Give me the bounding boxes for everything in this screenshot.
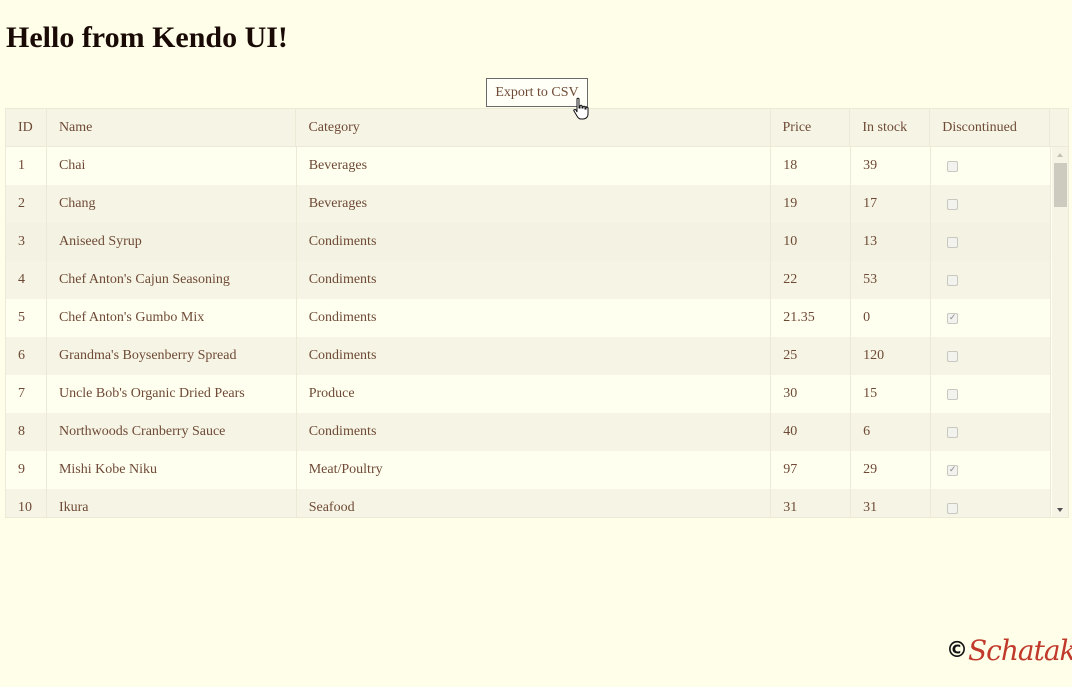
cell-discontinued: ✓ (931, 299, 1051, 337)
cell-discontinued (931, 147, 1051, 185)
column-header-category[interactable]: Category (296, 109, 771, 147)
cell-discontinued (931, 413, 1051, 451)
cell-in-stock: 29 (851, 451, 932, 489)
hand-pointer-cursor-icon (573, 97, 589, 120)
cell-in-stock: 6 (851, 413, 932, 451)
cell-discontinued: ✓ (931, 451, 1051, 489)
table-row[interactable]: 9 Mishi Kobe Niku Meat/Poultry 97 29 ✓ (6, 451, 1051, 489)
cell-id: 7 (6, 375, 47, 413)
discontinued-checkbox[interactable] (947, 274, 959, 286)
cell-discontinued (931, 489, 1051, 517)
cell-category: Seafood (297, 489, 772, 517)
table-row[interactable]: 8 Northwoods Cranberry Sauce Condiments 40 6 (6, 413, 1051, 451)
page-title: Hello from Kendo UI! (6, 21, 288, 54)
table-row[interactable]: 3 Aniseed Syrup Condiments 10 13 (6, 223, 1051, 261)
scroll-up-arrow-icon[interactable] (1057, 153, 1063, 157)
cell-in-stock: 120 (851, 337, 932, 375)
cell-name: Chef Anton's Gumbo Mix (47, 299, 297, 337)
cell-discontinued (931, 337, 1051, 375)
cell-discontinued (931, 261, 1051, 299)
cell-discontinued (931, 223, 1051, 261)
header-scroll-spacer (1050, 109, 1068, 147)
cell-category: Condiments (297, 261, 772, 299)
cell-id: 8 (6, 413, 47, 451)
cell-discontinued (931, 375, 1051, 413)
cell-price: 21.35 (771, 299, 852, 337)
cell-name: Chai (47, 147, 297, 185)
vertical-scrollbar[interactable] (1052, 147, 1068, 517)
cell-name: Mishi Kobe Niku (47, 451, 297, 489)
cell-price: 31 (771, 489, 852, 517)
discontinued-checkbox[interactable] (947, 388, 959, 400)
column-header-name[interactable]: Name (47, 109, 297, 147)
cell-id: 6 (6, 337, 47, 375)
cell-in-stock: 0 (851, 299, 932, 337)
table-row[interactable]: 2 Chang Beverages 19 17 (6, 185, 1051, 223)
discontinued-checkbox[interactable] (947, 160, 959, 172)
discontinued-checkbox[interactable]: ✓ (947, 464, 959, 476)
cell-name: Uncle Bob's Organic Dried Pears (47, 375, 297, 413)
discontinued-checkbox[interactable] (947, 350, 959, 362)
cell-category: Condiments (297, 223, 772, 261)
discontinued-checkbox[interactable] (947, 502, 959, 514)
cell-price: 97 (771, 451, 852, 489)
cell-in-stock: 13 (851, 223, 932, 261)
grid-body: 1 Chai Beverages 18 39 2 Chang Beverages 19 17 3 An… (6, 147, 1051, 517)
cell-in-stock: 15 (851, 375, 932, 413)
cell-in-stock: 31 (851, 489, 932, 517)
cell-price: 25 (771, 337, 852, 375)
cell-price: 22 (771, 261, 852, 299)
cell-id: 9 (6, 451, 47, 489)
grid-header: ID Name Category Price In stock Disconti… (6, 109, 1068, 147)
cell-price: 30 (771, 375, 852, 413)
cell-category: Produce (297, 375, 772, 413)
cell-name: Grandma's Boysenberry Spread (47, 337, 297, 375)
column-header-id[interactable]: ID (6, 109, 47, 147)
cell-id: 1 (6, 147, 47, 185)
discontinued-checkbox[interactable] (947, 426, 959, 438)
cell-price: 19 (771, 185, 852, 223)
cell-in-stock: 53 (851, 261, 932, 299)
column-header-in-stock[interactable]: In stock (850, 109, 931, 147)
cell-name: Chang (47, 185, 297, 223)
table-row[interactable]: 4 Chef Anton's Cajun Seasoning Condiments 2… (6, 261, 1051, 299)
cell-name: Chef Anton's Cajun Seasoning (47, 261, 297, 299)
cell-category: Condiments (297, 413, 772, 451)
cell-category: Condiments (297, 299, 772, 337)
cell-id: 3 (6, 223, 47, 261)
brand-signature: Schatak (968, 633, 1072, 667)
discontinued-checkbox[interactable] (947, 236, 959, 248)
cell-id: 2 (6, 185, 47, 223)
products-grid: ID Name Category Price In stock Disconti… (5, 108, 1069, 518)
cell-id: 5 (6, 299, 47, 337)
cell-name: Aniseed Syrup (47, 223, 297, 261)
cell-price: 40 (771, 413, 852, 451)
cell-category: Condiments (297, 337, 772, 375)
cell-category: Beverages (297, 185, 772, 223)
table-row[interactable]: 6 Grandma's Boysenberry Spread Condiments 2… (6, 337, 1051, 375)
cell-in-stock: 17 (851, 185, 932, 223)
column-header-discontinued[interactable]: Discontinued (930, 109, 1050, 147)
cell-id: 10 (6, 489, 47, 517)
cell-price: 10 (771, 223, 852, 261)
table-row[interactable]: 1 Chai Beverages 18 39 (6, 147, 1051, 185)
scroll-down-arrow-icon[interactable] (1057, 508, 1063, 512)
table-row[interactable]: 10 Ikura Seafood 31 31 (6, 489, 1051, 517)
copyright-symbol: © (946, 637, 968, 663)
cell-category: Beverages (297, 147, 772, 185)
cell-category: Meat/Poultry (297, 451, 772, 489)
column-header-price[interactable]: Price (771, 109, 851, 147)
cell-id: 4 (6, 261, 47, 299)
discontinued-checkbox[interactable] (947, 198, 959, 210)
table-row[interactable]: 7 Uncle Bob's Organic Dried Pears Produce 3… (6, 375, 1051, 413)
discontinued-checkbox[interactable]: ✓ (947, 312, 959, 324)
cell-price: 18 (771, 147, 852, 185)
table-row[interactable]: 5 Chef Anton's Gumbo Mix Condiments 21.35 0 ✓ (6, 299, 1051, 337)
scrollbar-thumb[interactable] (1054, 163, 1067, 207)
cell-in-stock: 39 (851, 147, 932, 185)
cell-name: Northwoods Cranberry Sauce (47, 413, 297, 451)
copyright-signature: © Schatak (946, 628, 1072, 672)
cell-discontinued (931, 185, 1051, 223)
cell-name: Ikura (47, 489, 297, 517)
